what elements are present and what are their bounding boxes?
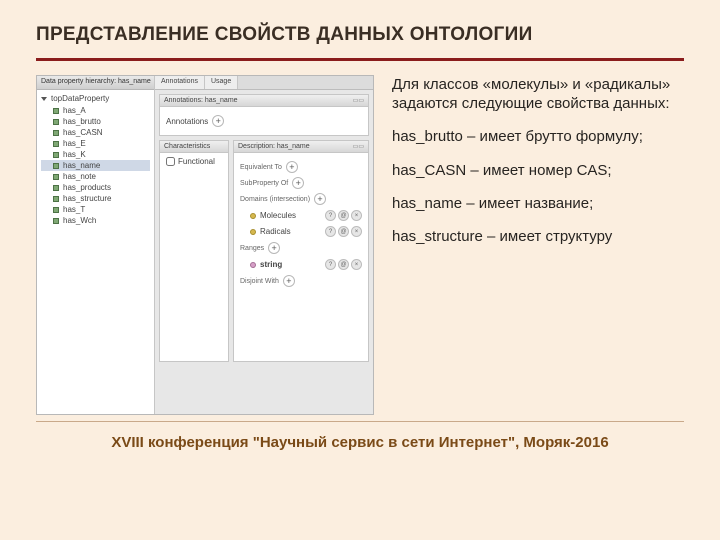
tree-item-selected[interactable]: has_name [41, 160, 150, 171]
characteristics-header: Characteristics [164, 143, 210, 150]
property-desc: has_CASN – имеет номер CAS; [392, 161, 684, 180]
domain-item[interactable]: Molecules [250, 211, 296, 220]
functional-checkbox[interactable]: Functional [166, 157, 222, 166]
property-icon [53, 207, 59, 213]
info-icon[interactable]: ? [325, 210, 336, 221]
at-icon[interactable]: @ [338, 226, 349, 237]
plus-icon: + [314, 193, 326, 205]
plus-icon: + [286, 161, 298, 173]
disjoint-with-add[interactable]: Disjoint With + [240, 275, 362, 287]
ranges-add[interactable]: Ranges + [240, 242, 362, 254]
tab-usage[interactable]: Usage [205, 76, 238, 89]
tree-item[interactable]: has_K [41, 149, 150, 160]
equivalent-to-add[interactable]: Equivalent To + [240, 161, 362, 173]
bottom-rule [36, 421, 684, 422]
property-icon [53, 196, 59, 202]
domains-add[interactable]: Domains (intersection) + [240, 193, 362, 205]
plus-icon: + [212, 115, 224, 127]
at-icon[interactable]: @ [338, 210, 349, 221]
tree-item[interactable]: has_products [41, 182, 150, 193]
item-actions[interactable]: ? @ × [325, 226, 362, 237]
tree-item[interactable]: has_note [41, 171, 150, 182]
tree-item[interactable]: has_A [41, 105, 150, 116]
checkbox-icon[interactable] [166, 157, 175, 166]
characteristics-panel: Characteristics Functional [159, 140, 229, 362]
details-pane: Annotations Usage Annotations: has_name … [155, 76, 373, 414]
property-tree-pane: Data property hierarchy: has_name topDat… [37, 76, 155, 414]
annotations-add[interactable]: Annotations + [166, 115, 362, 127]
at-icon[interactable]: @ [338, 259, 349, 270]
property-icon [53, 163, 59, 169]
tree-root[interactable]: topDataProperty [41, 94, 150, 103]
tree-item[interactable]: has_E [41, 138, 150, 149]
range-item[interactable]: string [250, 260, 282, 269]
property-icon [53, 108, 59, 114]
datatype-icon [250, 262, 256, 268]
panel-controls-icon[interactable]: ▭▭ [353, 143, 364, 150]
info-icon[interactable]: ? [325, 226, 336, 237]
slide-title: ПРЕДСТАВЛЕНИЕ СВОЙСТВ ДАННЫХ ОНТОЛОГИИ [36, 24, 684, 46]
expand-icon [41, 97, 47, 101]
item-actions[interactable]: ? @ × [325, 210, 362, 221]
tab-annotations[interactable]: Annotations [155, 76, 205, 89]
property-desc: has_structure – имеет структуру [392, 227, 684, 246]
tree-header: Data property hierarchy: has_name [37, 76, 154, 90]
tabs-row: Annotations Usage [155, 76, 373, 90]
description-header: Description: has_name [238, 143, 310, 150]
property-icon [53, 218, 59, 224]
class-icon [250, 213, 256, 219]
plus-icon: + [268, 242, 280, 254]
description-text: Для классов «молекулы» и «радикалы» зада… [392, 75, 684, 260]
property-icon [53, 119, 59, 125]
tree-item[interactable]: has_Wch [41, 215, 150, 226]
ontology-editor-screenshot: Data property hierarchy: has_name topDat… [36, 75, 374, 415]
tree-item[interactable]: has_structure [41, 193, 150, 204]
annotations-header: Annotations: has_name [164, 97, 238, 104]
description-panel: Description: has_name ▭▭ Equivalent To +… [233, 140, 369, 362]
property-icon [53, 130, 59, 136]
property-icon [53, 185, 59, 191]
item-actions[interactable]: ? @ × [325, 259, 362, 270]
panel-controls-icon[interactable]: ▭▭ [353, 97, 364, 104]
intro-text: Для классов «молекулы» и «радикалы» зада… [392, 75, 684, 113]
tree-root-label: topDataProperty [51, 94, 109, 103]
remove-icon[interactable]: × [351, 226, 362, 237]
property-desc: has_name – имеет название; [392, 194, 684, 213]
tree-item[interactable]: has_T [41, 204, 150, 215]
info-icon[interactable]: ? [325, 259, 336, 270]
property-icon [53, 141, 59, 147]
tree-item[interactable]: has_CASN [41, 127, 150, 138]
footer-text: XVIII конференция "Научный сервис в сети… [36, 434, 684, 451]
class-icon [250, 229, 256, 235]
remove-icon[interactable]: × [351, 210, 362, 221]
tree-item[interactable]: has_brutto [41, 116, 150, 127]
property-icon [53, 174, 59, 180]
property-desc: has_brutto – имеет брутто формулу; [392, 127, 684, 146]
title-rule [36, 58, 684, 61]
property-icon [53, 152, 59, 158]
plus-icon: + [292, 177, 304, 189]
remove-icon[interactable]: × [351, 259, 362, 270]
subproperty-of-add[interactable]: SubProperty Of + [240, 177, 362, 189]
plus-icon: + [283, 275, 295, 287]
domain-item[interactable]: Radicals [250, 227, 291, 236]
annotations-panel: Annotations: has_name ▭▭ Annotations + [159, 94, 369, 136]
